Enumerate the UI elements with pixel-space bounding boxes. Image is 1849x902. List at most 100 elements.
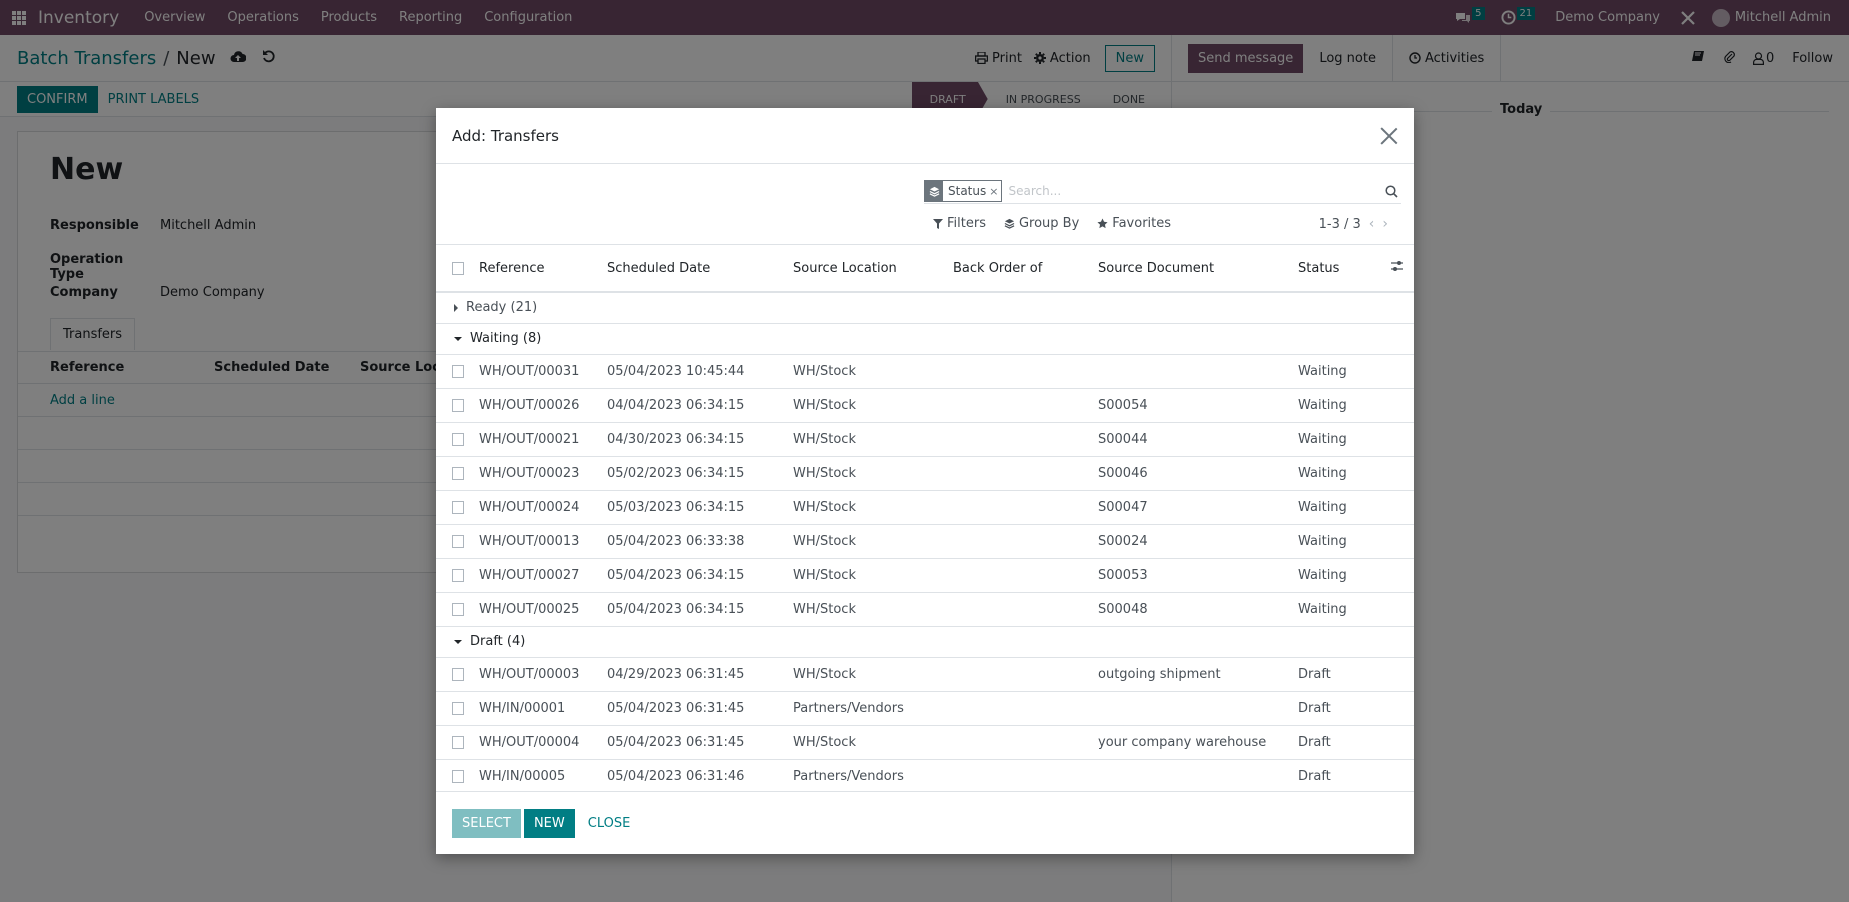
table-row[interactable]: WH/OUT/00023 05/02/2023 06:34:15 WH/Stock S…: [436, 456, 1414, 491]
cell-source-document: S00024: [1098, 524, 1298, 559]
sliders-icon: [1391, 261, 1403, 271]
pager: 1-3 / 3 ‹ ›: [1319, 216, 1388, 232]
column-source-location[interactable]: Source Location: [793, 245, 953, 293]
row-checkbox[interactable]: [452, 735, 464, 749]
transfers-list: Reference Scheduled Date Source Location…: [436, 244, 1414, 791]
row-checkbox[interactable]: [452, 364, 464, 378]
table-row[interactable]: WH/IN/00005 05/04/2023 06:31:46 Partners/V…: [436, 759, 1414, 791]
cell-spacer: [1380, 354, 1414, 389]
row-checkbox[interactable]: [452, 534, 464, 548]
cell-status: Draft: [1298, 759, 1380, 791]
cell-back-order-of: [953, 657, 1098, 692]
cell-status: Waiting: [1298, 490, 1380, 525]
table-row[interactable]: WH/OUT/00031 05/04/2023 10:45:44 WH/Stock W…: [436, 354, 1414, 389]
cell-status: Waiting: [1298, 558, 1380, 593]
cell-scheduled-date: 05/02/2023 06:34:15: [607, 456, 793, 491]
table-row[interactable]: WH/OUT/00013 05/04/2023 06:33:38 WH/Stock S…: [436, 524, 1414, 559]
row-checkbox[interactable]: [452, 500, 464, 514]
cell-source-document: [1098, 759, 1298, 791]
group-by-button[interactable]: Group By: [1004, 216, 1079, 231]
cell-source-location: Partners/Vendors: [793, 759, 953, 791]
column-status[interactable]: Status: [1298, 245, 1380, 293]
close-icon[interactable]: [1380, 127, 1398, 145]
cell-back-order-of: [953, 388, 1098, 423]
cell-source-document: S00048: [1098, 592, 1298, 627]
close-button[interactable]: CLOSE: [578, 809, 641, 838]
pager-next-icon[interactable]: ›: [1382, 216, 1388, 232]
group-row[interactable]: Ready (21): [436, 292, 1414, 324]
table-row[interactable]: WH/OUT/00026 04/04/2023 06:34:15 WH/Stock S…: [436, 388, 1414, 423]
filters-button[interactable]: Filters: [933, 216, 986, 231]
cell-status: Draft: [1298, 657, 1380, 692]
row-checkbox[interactable]: [452, 398, 464, 412]
column-scheduled-date[interactable]: Scheduled Date: [607, 245, 793, 293]
favorites-button[interactable]: Favorites: [1097, 216, 1171, 231]
cell-source-location: WH/Stock: [793, 725, 953, 760]
search-icon: [1384, 184, 1398, 198]
cell-source-location: WH/Stock: [793, 388, 953, 423]
column-reference[interactable]: Reference: [479, 245, 607, 293]
cell-status: Waiting: [1298, 388, 1380, 423]
cell-source-location: WH/Stock: [793, 354, 953, 389]
row-checkbox[interactable]: [452, 701, 464, 715]
pager-previous-icon[interactable]: ‹: [1369, 216, 1375, 232]
cell-spacer: [1380, 524, 1414, 559]
cell-reference: WH/OUT/00003: [479, 657, 607, 692]
row-checkbox[interactable]: [452, 432, 464, 446]
add-transfers-dialog: Add: Transfers Status × Filters: [436, 108, 1414, 854]
cell-back-order-of: [953, 354, 1098, 389]
column-source-document[interactable]: Source Document: [1098, 245, 1298, 293]
cell-back-order-of: [953, 524, 1098, 559]
row-checkbox[interactable]: [452, 769, 464, 783]
row-checkbox[interactable]: [452, 466, 464, 480]
row-checkbox[interactable]: [452, 602, 464, 616]
table-row[interactable]: WH/OUT/00027 05/04/2023 06:34:15 WH/Stock S…: [436, 558, 1414, 593]
select-button[interactable]: SELECT: [452, 808, 521, 838]
cell-reference: WH/OUT/00031: [479, 354, 607, 389]
cell-reference: WH/OUT/00027: [479, 558, 607, 593]
cell-back-order-of: [953, 490, 1098, 525]
caret-down-icon: [454, 639, 462, 644]
cell-source-location: WH/Stock: [793, 490, 953, 525]
select-all-checkbox[interactable]: [452, 261, 464, 275]
search-button[interactable]: [1381, 181, 1401, 201]
cell-source-location: WH/Stock: [793, 592, 953, 627]
search-facet-status: Status ×: [924, 180, 1003, 202]
cell-source-document: S00047: [1098, 490, 1298, 525]
filter-icon: [933, 218, 943, 229]
cell-scheduled-date: 05/04/2023 06:31:46: [607, 759, 793, 791]
cell-back-order-of: [953, 558, 1098, 593]
remove-facet-icon[interactable]: ×: [989, 181, 1001, 201]
table-row[interactable]: WH/IN/00001 05/04/2023 06:31:45 Partners/V…: [436, 691, 1414, 726]
cell-reference: WH/OUT/00024: [479, 490, 607, 525]
row-checkbox[interactable]: [452, 667, 464, 681]
cell-reference: WH/IN/00005: [479, 759, 607, 791]
cell-spacer: [1380, 691, 1414, 726]
cell-status: Draft: [1298, 725, 1380, 760]
cell-back-order-of: [953, 725, 1098, 760]
cell-scheduled-date: 05/04/2023 06:31:45: [607, 691, 793, 726]
column-back-order-of[interactable]: Back Order of: [953, 245, 1098, 293]
optional-columns-toggle[interactable]: [1380, 245, 1414, 293]
search-input[interactable]: [1008, 184, 1381, 198]
cell-source-location: Partners/Vendors: [793, 691, 953, 726]
dialog-footer: SELECT NEW CLOSE: [436, 791, 1414, 854]
caret-down-icon: [454, 336, 462, 341]
cell-source-document: S00053: [1098, 558, 1298, 593]
table-row[interactable]: WH/OUT/00004 05/04/2023 06:31:45 WH/Stock y…: [436, 725, 1414, 760]
cell-source-document: S00054: [1098, 388, 1298, 423]
table-row[interactable]: WH/OUT/00025 05/04/2023 06:34:15 WH/Stock S…: [436, 592, 1414, 627]
table-row[interactable]: WH/OUT/00003 04/29/2023 06:31:45 WH/Stock o…: [436, 657, 1414, 692]
group-row[interactable]: Waiting (8): [436, 323, 1414, 355]
cell-scheduled-date: 04/04/2023 06:34:15: [607, 388, 793, 423]
cell-scheduled-date: 04/30/2023 06:34:15: [607, 422, 793, 457]
new-button[interactable]: NEW: [523, 808, 575, 838]
group-row[interactable]: Draft (4): [436, 626, 1414, 658]
table-row[interactable]: WH/OUT/00021 04/30/2023 06:34:15 WH/Stock S…: [436, 422, 1414, 457]
caret-right-icon: [454, 303, 458, 312]
table-row[interactable]: WH/OUT/00024 05/03/2023 06:34:15 WH/Stock S…: [436, 490, 1414, 525]
cell-back-order-of: [953, 759, 1098, 791]
row-checkbox[interactable]: [452, 568, 464, 582]
cell-back-order-of: [953, 422, 1098, 457]
pager-value[interactable]: 1-3 / 3: [1319, 217, 1361, 232]
